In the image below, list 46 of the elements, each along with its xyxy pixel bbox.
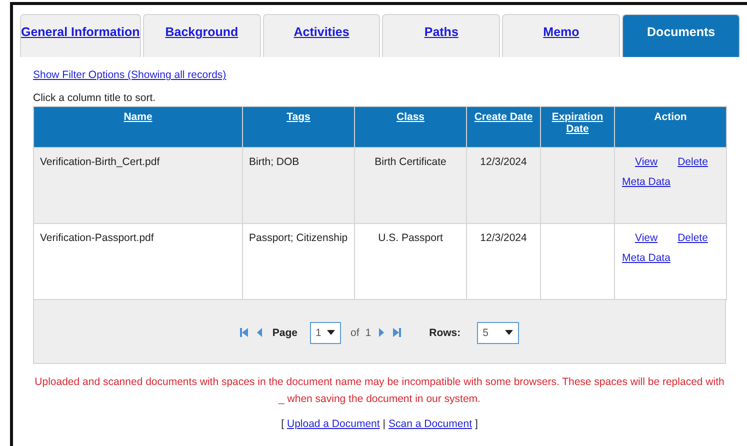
scan-document-link[interactable]: Scan a Document bbox=[388, 418, 472, 430]
tab[interactable]: Documents bbox=[622, 14, 740, 57]
filter-options-link[interactable]: Show Filter Options (Showing all records) bbox=[33, 69, 226, 81]
action-link[interactable]: Meta Data bbox=[622, 252, 670, 264]
action-link[interactable]: Delete bbox=[678, 156, 708, 168]
page-of-label: of bbox=[350, 326, 360, 338]
action-link[interactable]: View bbox=[635, 232, 658, 244]
warning-message: Uploaded and scanned documents with spaces in the document name may be incompatible with some browsers. These spaces will be replaced with _ when saving the document in our system. bbox=[34, 375, 726, 407]
tab[interactable]: Paths bbox=[382, 14, 500, 57]
rows-select[interactable]: 5 bbox=[476, 322, 519, 344]
page-label: Page bbox=[272, 326, 298, 338]
last-page-icon[interactable] bbox=[392, 328, 402, 337]
tab[interactable]: Background bbox=[142, 14, 261, 57]
tab[interactable]: Memo bbox=[502, 14, 620, 57]
tab[interactable]: General Information bbox=[20, 14, 141, 57]
separator: | bbox=[382, 418, 386, 430]
tab[interactable]: Activities bbox=[262, 14, 380, 57]
next-page-icon[interactable] bbox=[377, 328, 386, 337]
table-cell: U.S. Passport bbox=[354, 224, 466, 300]
column-header[interactable]: Name bbox=[34, 106, 242, 148]
sort-hint: Click a column title to sort. bbox=[33, 92, 157, 104]
upload-document-link[interactable]: Upload a Document bbox=[286, 418, 380, 430]
action-link[interactable]: Delete bbox=[678, 232, 708, 244]
bracket: [ bbox=[281, 418, 284, 430]
page-total: 1 bbox=[365, 326, 372, 338]
rows-label: Rows: bbox=[429, 326, 461, 338]
bracket: ] bbox=[475, 418, 478, 430]
action-link[interactable]: Meta Data bbox=[622, 176, 670, 188]
column-header[interactable]: Create Date bbox=[466, 106, 540, 148]
table-cell: Passport; Citizenship bbox=[242, 224, 354, 300]
column-header: Action bbox=[614, 106, 726, 148]
first-page-icon[interactable] bbox=[240, 328, 250, 337]
column-header[interactable]: Tags bbox=[242, 106, 354, 148]
table-cell: Verification-Passport.pdf bbox=[34, 224, 242, 300]
table-cell: Birth; DOB bbox=[242, 148, 354, 224]
table-cell: 12/3/2024 bbox=[466, 148, 540, 224]
caret-icon bbox=[326, 330, 334, 335]
column-header[interactable]: Expiration Date bbox=[540, 106, 614, 148]
caret-icon bbox=[504, 330, 513, 335]
table-cell: 12/3/2024 bbox=[466, 224, 540, 300]
table-cell: Birth Certificate bbox=[354, 148, 466, 224]
action-link[interactable]: View bbox=[635, 156, 658, 168]
column-header[interactable]: Class bbox=[354, 106, 466, 148]
table-cell: Verification-Birth_Cert.pdf bbox=[34, 148, 242, 224]
previous-page-icon[interactable] bbox=[255, 328, 264, 337]
page-select[interactable]: 1 bbox=[310, 322, 340, 344]
